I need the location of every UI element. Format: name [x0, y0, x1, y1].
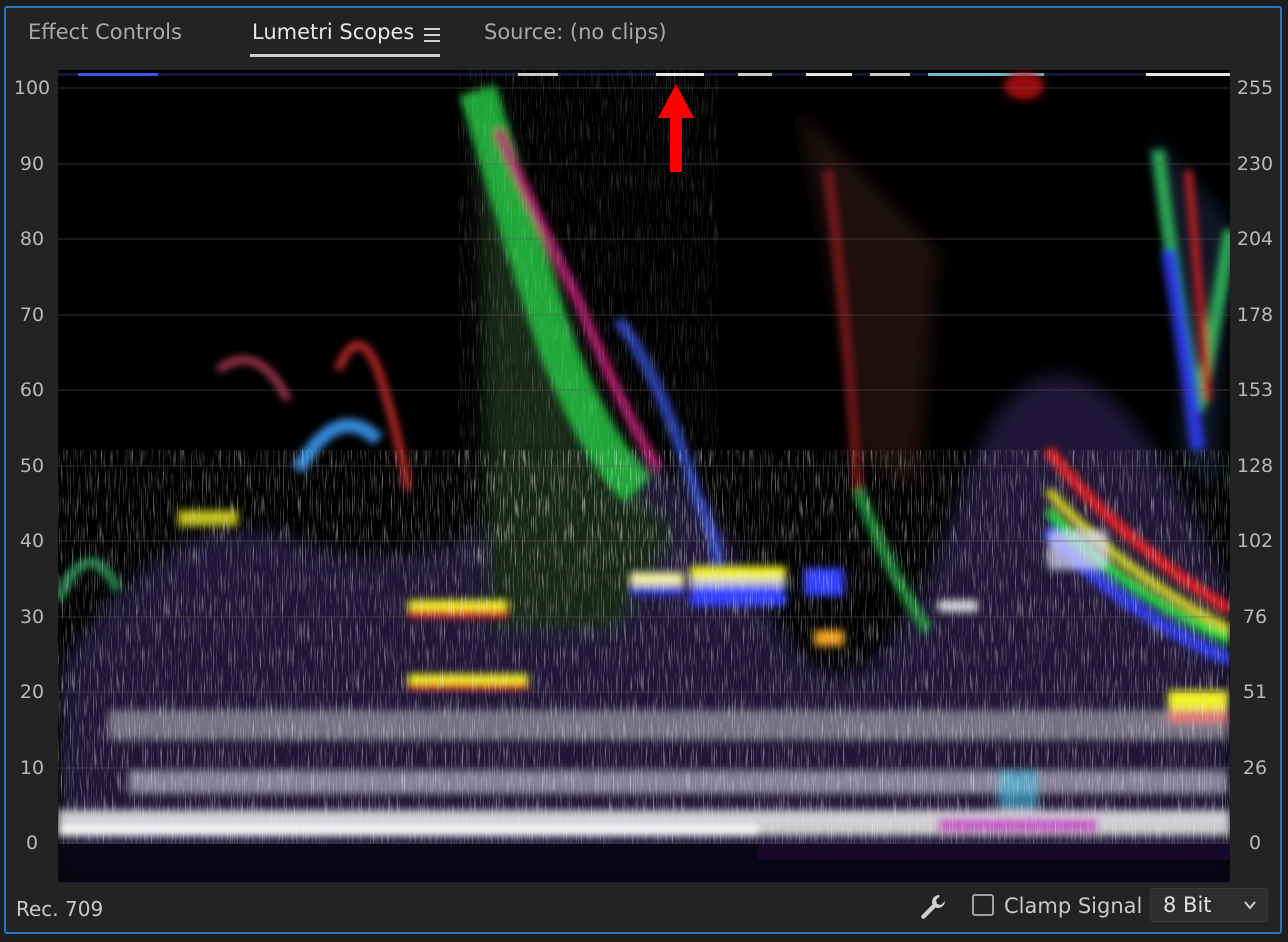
active-tab-underline — [250, 54, 440, 57]
left-tick: 40 — [19, 530, 45, 552]
waveform-scope — [58, 70, 1230, 882]
right-tick: 255 — [1236, 77, 1274, 99]
left-tick: 70 — [19, 304, 45, 326]
left-tick: 90 — [19, 153, 45, 175]
tab-lumetri-scopes[interactable]: Lumetri Scopes — [252, 20, 414, 44]
left-tick: 20 — [19, 681, 45, 703]
tab-bar: Effect Controls Lumetri Scopes Source: (… — [6, 8, 1280, 66]
right-tick: 26 — [1242, 757, 1268, 779]
axis-right-8bit: 255 230 204 178 153 128 102 76 51 26 0 — [1232, 8, 1282, 888]
left-tick: 60 — [19, 379, 45, 401]
left-tick: 30 — [19, 606, 45, 628]
waveform-canvas — [58, 70, 1230, 882]
clamp-signal-checkbox[interactable] — [972, 894, 994, 916]
left-tick: 50 — [19, 455, 45, 477]
right-tick: 153 — [1236, 379, 1274, 401]
right-tick: 128 — [1236, 455, 1274, 477]
lumetri-scopes-panel: Effect Controls Lumetri Scopes Source: (… — [4, 6, 1282, 934]
bit-depth-dropdown[interactable]: 8 Bit — [1150, 888, 1268, 922]
right-tick: 178 — [1236, 304, 1274, 326]
left-tick: 80 — [19, 228, 45, 250]
wrench-icon[interactable] — [918, 892, 948, 922]
right-tick: 102 — [1236, 530, 1274, 552]
colorspace-label[interactable]: Rec. 709 — [16, 897, 103, 921]
right-tick: 230 — [1236, 153, 1274, 175]
right-tick: 76 — [1242, 606, 1268, 628]
chevron-down-icon — [1244, 901, 1256, 910]
axis-left-ire: 100 90 80 70 60 50 40 30 20 10 0 — [6, 8, 56, 888]
right-tick: 51 — [1242, 681, 1268, 703]
clamp-signal-label[interactable]: Clamp Signal — [1004, 894, 1142, 918]
right-tick: 0 — [1248, 832, 1262, 854]
panel-menu-icon[interactable] — [424, 28, 440, 42]
left-tick: 100 — [13, 77, 51, 99]
scope-footer: Rec. 709 Clamp Signal 8 Bit — [6, 882, 1280, 932]
left-tick: 0 — [25, 832, 39, 854]
left-tick: 10 — [19, 757, 45, 779]
bit-depth-value: 8 Bit — [1163, 893, 1212, 917]
tab-source[interactable]: Source: (no clips) — [484, 20, 667, 44]
right-tick: 204 — [1236, 228, 1274, 250]
